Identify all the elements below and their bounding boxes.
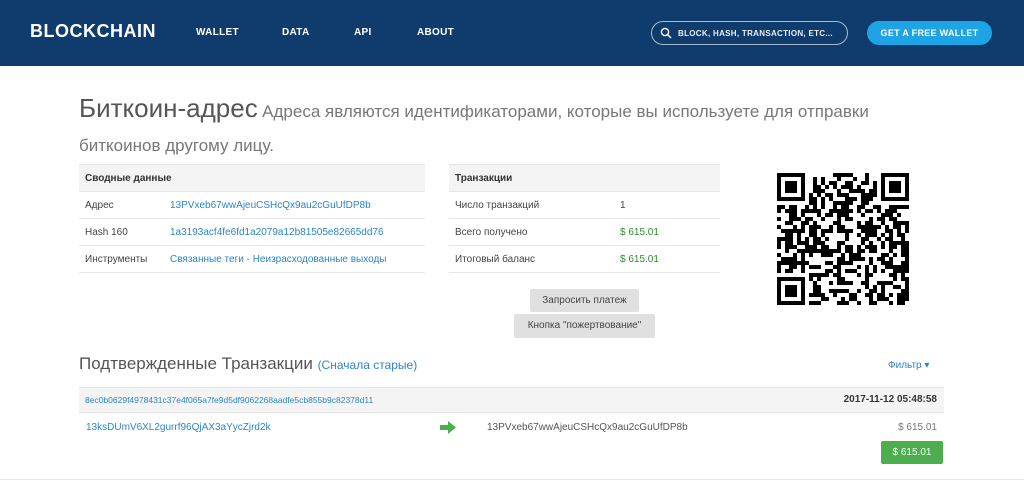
total-received-label: Всего получено (449, 218, 614, 246)
transactions-header: Транзакции (449, 164, 720, 192)
nav-api[interactable]: API (354, 27, 372, 38)
tx-count-label: Число транзакций (449, 191, 614, 219)
transaction-hash-link[interactable]: 8ec0b0629f4978431c37e4f065a7fe9d5df90622… (85, 395, 373, 405)
donation-button[interactable]: Кнопка "пожертвование" (514, 314, 655, 338)
search-icon (660, 27, 672, 39)
output-amount: $ 615.01 (898, 422, 937, 433)
address-label: Адрес (79, 191, 164, 219)
blockchain-logo[interactable]: BLOCKCHAIN (30, 21, 156, 42)
table-row: Инструменты Связанные теги - Неизрасходо… (79, 245, 425, 273)
qr-code-image (777, 173, 909, 305)
confirmed-title-text: Подтвержденные Транзакции (79, 354, 313, 373)
transactions-summary-table: Транзакции Число транзакций 1 Всего полу… (449, 164, 720, 273)
nav-about[interactable]: ABOUT (417, 27, 454, 38)
transaction-time: 2017-11-12 05:48:58 (843, 394, 937, 405)
summary-header: Сводные данные (79, 164, 425, 192)
hash160-value-link[interactable]: 1a3193acf4fe6fd1a2079a12b81505e82665dd76 (164, 218, 425, 246)
final-balance-value: $ 615.01 (614, 245, 720, 273)
tx-count-value: 1 (614, 191, 720, 219)
table-row: Число транзакций 1 (449, 191, 720, 219)
filter-dropdown[interactable]: Фильтр ▾ (888, 360, 929, 371)
tools-label: Инструменты (79, 245, 164, 273)
tools-links[interactable]: Связанные теги - Неизрасходованные выход… (164, 245, 425, 273)
arrow-right-icon (440, 421, 456, 434)
table-row: Итоговый баланс $ 615.01 (449, 245, 720, 273)
summary-table: Сводные данные Адрес 13PVxeb67wwAjeuCSHc… (79, 164, 425, 273)
to-address: 13PVxeb67wwAjeuCSHcQx9au2cGuUfDP8b (487, 422, 688, 433)
total-received-value: $ 615.01 (614, 218, 720, 246)
from-address-link[interactable]: 13ksDUmV6XL2gurrf96QjAX3aYycZjrd2k (86, 422, 271, 433)
top-navbar: BLOCKCHAIN WALLET DATA API ABOUT GET A F… (0, 0, 1024, 66)
sort-oldest-link[interactable]: (Сначала старые) (318, 358, 418, 372)
table-row: Hash 160 1a3193acf4fe6fd1a2079a12b81505e… (79, 218, 425, 246)
address-value-link[interactable]: 13PVxeb67wwAjeuCSHcQx9au2cGuUfDP8b (164, 191, 425, 219)
final-balance-label: Итоговый баланс (449, 245, 614, 273)
table-row: Всего получено $ 615.01 (449, 218, 720, 246)
transaction-header-row: 8ec0b0629f4978431c37e4f065a7fe9d5df90622… (79, 387, 944, 413)
page-heading: Биткоин-адрес (79, 93, 258, 123)
table-row: Адрес 13PVxeb67wwAjeuCSHcQx9au2cGuUfDP8b (79, 191, 425, 219)
page-title: Биткоин-адрес Адреса являются идентифика… (79, 92, 939, 163)
get-free-wallet-button[interactable]: GET A FREE WALLET (867, 21, 992, 45)
search-box[interactable] (651, 21, 848, 45)
transaction-total-badge: $ 615.01 (881, 441, 943, 464)
request-payment-button[interactable]: Запросить платеж (530, 289, 639, 312)
search-input[interactable] (678, 25, 843, 41)
divider (0, 479, 1024, 480)
hash160-label: Hash 160 (79, 218, 164, 246)
nav-data[interactable]: DATA (282, 27, 310, 38)
confirmed-transactions-title: Подтвержденные Транзакции (Сначала стары… (79, 354, 417, 374)
nav-wallet[interactable]: WALLET (196, 27, 239, 38)
